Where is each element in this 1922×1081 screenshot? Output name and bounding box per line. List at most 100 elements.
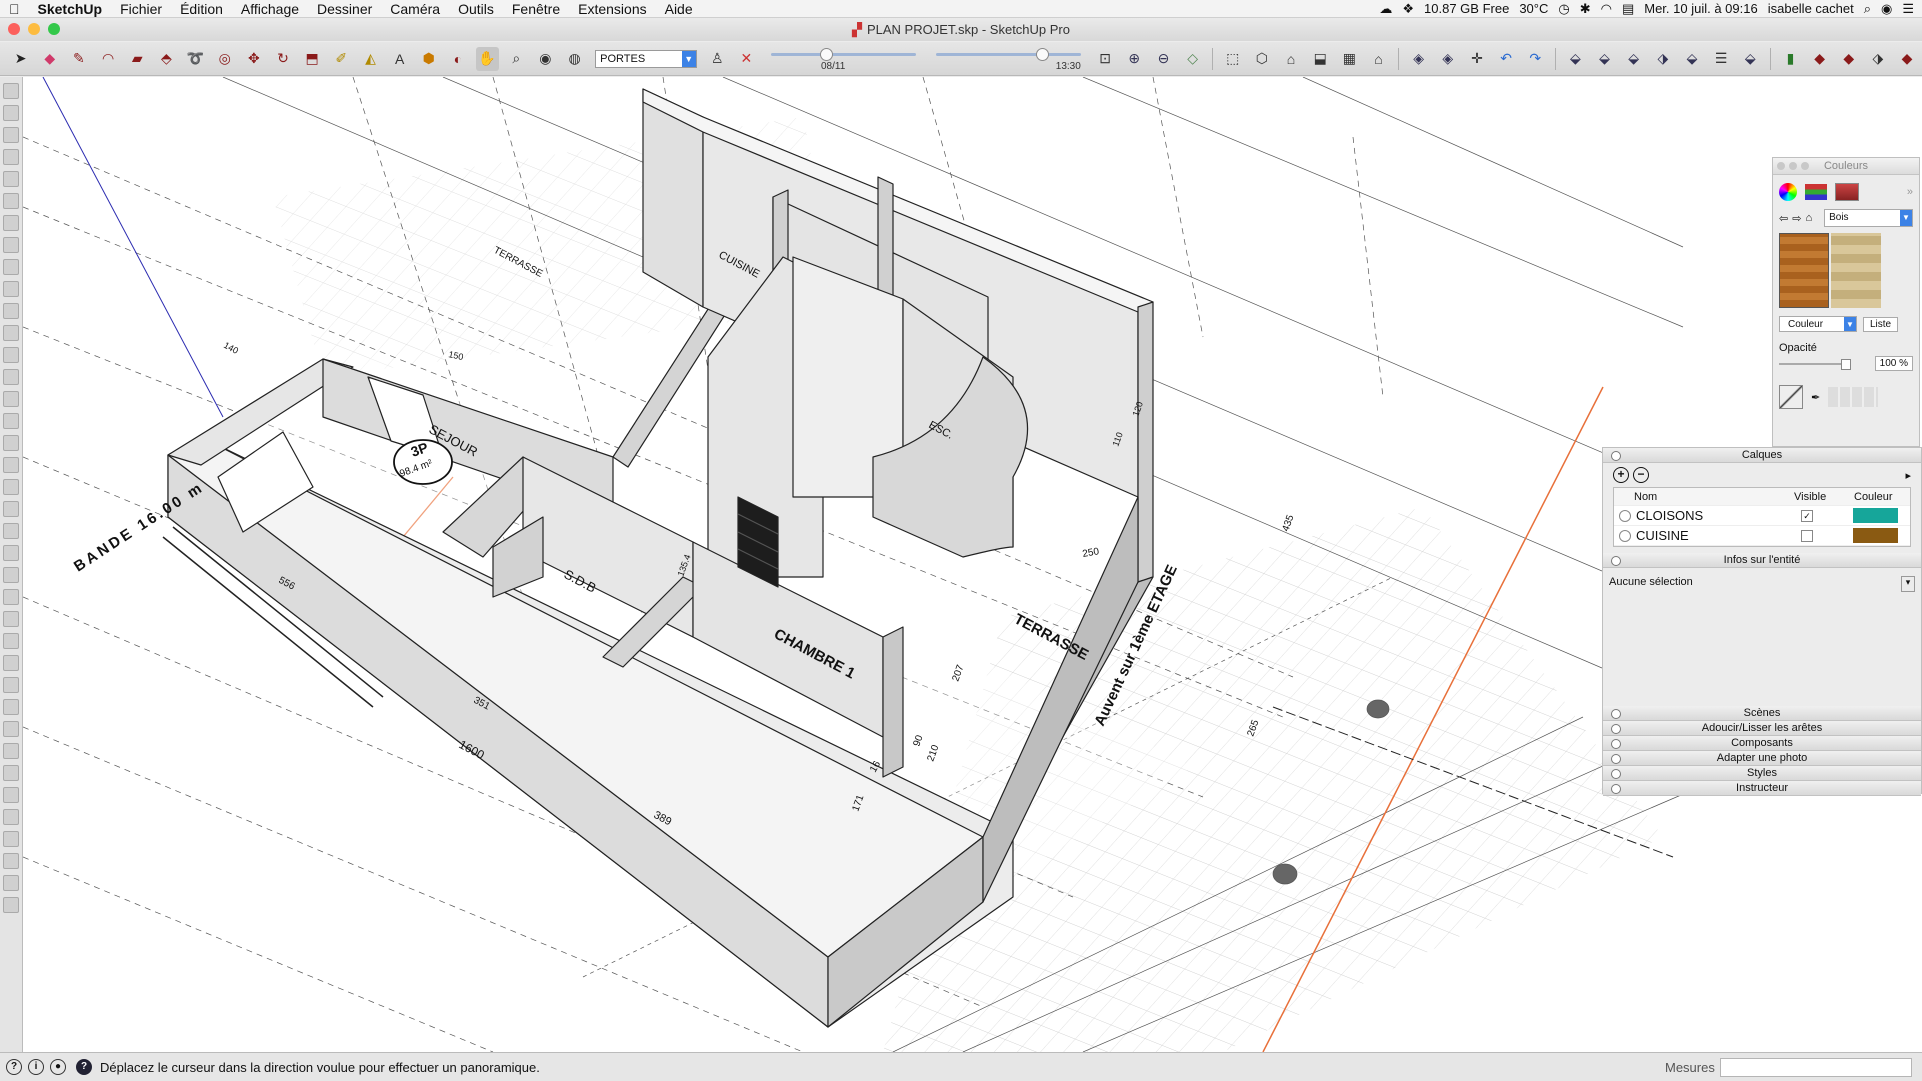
components-icon[interactable]: ⬙: [1739, 47, 1762, 71]
3d-warehouse-icon[interactable]: ◆: [1837, 47, 1860, 71]
entity-info-header[interactable]: Infos sur l'entité: [1603, 553, 1921, 568]
text-tool-icon[interactable]: A: [388, 47, 411, 71]
palette-tool-icon[interactable]: [3, 347, 19, 363]
dropbox-icon[interactable]: ❖: [1402, 1, 1414, 17]
forward-arrow-icon[interactable]: ⇨: [1792, 212, 1801, 225]
cloud-icon[interactable]: ☁: [1379, 1, 1392, 17]
palette-tool-icon[interactable]: [3, 721, 19, 737]
next-view-icon[interactable]: ⊖: [1152, 47, 1175, 71]
column-nom[interactable]: Nom: [1634, 491, 1794, 503]
material-library-select[interactable]: Bois ▼: [1824, 209, 1913, 227]
list-button[interactable]: Liste: [1863, 316, 1899, 332]
palette-tool-icon[interactable]: [3, 853, 19, 869]
palette-tool-icon[interactable]: [3, 765, 19, 781]
bottom-view-icon[interactable]: ⬙: [1680, 47, 1703, 71]
palette-tool-icon[interactable]: [3, 655, 19, 671]
notification-center-icon[interactable]: ☰: [1902, 1, 1914, 17]
layer-color-swatch[interactable]: [1853, 528, 1898, 543]
select-tool-icon[interactable]: ➤: [9, 47, 32, 71]
offset-tool-icon[interactable]: ◎: [213, 47, 236, 71]
palette-tool-icon[interactable]: [3, 787, 19, 803]
redo-icon[interactable]: ↷: [1524, 47, 1547, 71]
add-layer-button[interactable]: +: [1613, 467, 1629, 483]
wireframe-style-icon[interactable]: ⬡: [1250, 47, 1273, 71]
scene-select[interactable]: PORTES ▼: [595, 49, 697, 68]
shadow-date-slider[interactable]: 08/11: [770, 44, 916, 74]
search-icon[interactable]: ⌕: [1864, 1, 1871, 17]
palette-tool-icon[interactable]: [3, 545, 19, 561]
palette-tool-icon[interactable]: [3, 303, 19, 319]
menu-affichage[interactable]: Affichage: [232, 1, 308, 17]
rotate-tool-icon[interactable]: ↻: [271, 47, 294, 71]
move-tool-icon[interactable]: ✥: [242, 47, 265, 71]
opacity-value[interactable]: 100 %: [1874, 356, 1913, 371]
palette-tool-icon[interactable]: [3, 281, 19, 297]
palette-tool-icon[interactable]: [3, 193, 19, 209]
credits-icon[interactable]: i: [28, 1059, 44, 1075]
protractor-icon[interactable]: ◭: [359, 47, 382, 71]
entity-expand-icon[interactable]: ▾: [1901, 576, 1915, 592]
minimize-window-button[interactable]: [28, 23, 40, 35]
xray-style-icon[interactable]: ⬚: [1221, 47, 1244, 71]
palette-tool-icon[interactable]: [3, 391, 19, 407]
palette-tool-icon[interactable]: [3, 633, 19, 649]
menu-fichier[interactable]: Fichier: [111, 1, 171, 17]
palette-tool-icon[interactable]: [3, 831, 19, 847]
column-couleur[interactable]: Couleur: [1854, 491, 1893, 503]
bluetooth-icon[interactable]: ✱: [1580, 1, 1591, 17]
shadow-date-knob[interactable]: [819, 47, 833, 61]
monochrome-style-icon[interactable]: ⌂: [1367, 47, 1390, 71]
help-icon[interactable]: ?: [76, 1059, 92, 1075]
palette-tool-icon[interactable]: [3, 325, 19, 341]
tray-match-photo[interactable]: Adapter une photo: [1603, 751, 1921, 766]
arc-tool-icon[interactable]: ◠: [96, 47, 119, 71]
layers-icon[interactable]: ☰: [1710, 47, 1733, 71]
top-view-icon[interactable]: ◈: [1436, 47, 1459, 71]
menu-outils[interactable]: Outils: [449, 1, 503, 17]
menu-extensions[interactable]: Extensions: [569, 1, 655, 17]
shaded-style-icon[interactable]: ⬓: [1309, 47, 1332, 71]
home-icon[interactable]: ⌂: [1805, 212, 1812, 224]
layer-row-cloisons[interactable]: CLOISONS ✓: [1614, 506, 1910, 526]
palette-tool-icon[interactable]: [3, 589, 19, 605]
tray-styles[interactable]: Styles: [1603, 766, 1921, 781]
position-camera-icon[interactable]: ♙: [706, 47, 729, 71]
siri-icon[interactable]: ◉: [1881, 1, 1892, 17]
opacity-knob[interactable]: [1841, 358, 1851, 370]
eyedropper-icon[interactable]: ✒: [1811, 391, 1820, 404]
tray-instructor[interactable]: Instructeur: [1603, 781, 1921, 796]
textured-style-icon[interactable]: ▦: [1338, 47, 1361, 71]
undo-icon[interactable]: ↶: [1495, 47, 1518, 71]
measurements-input[interactable]: [1720, 1058, 1912, 1077]
opacity-slider[interactable]: [1779, 358, 1851, 370]
user-icon[interactable]: ●: [50, 1059, 66, 1075]
palette-tool-icon[interactable]: [3, 435, 19, 451]
clock-icon[interactable]: ◷: [1558, 1, 1569, 17]
app-menu[interactable]: SketchUp: [29, 1, 112, 17]
material-swatch-wood-1[interactable]: [1779, 233, 1829, 308]
material-swatch-wood-2[interactable]: [1831, 233, 1881, 308]
orbit-tool-icon[interactable]: ◐: [446, 47, 469, 71]
pan-tool-icon[interactable]: ✋: [475, 46, 499, 71]
zoom-window-icon[interactable]: ⊡: [1094, 47, 1117, 71]
palette-tool-icon[interactable]: [3, 567, 19, 583]
palette-tool-icon[interactable]: [3, 413, 19, 429]
layer-name[interactable]: CLOISONS: [1636, 508, 1801, 523]
user-name[interactable]: isabelle cachet: [1768, 1, 1854, 16]
datetime[interactable]: Mer. 10 juil. à 09:16: [1644, 1, 1757, 16]
left-view-icon[interactable]: ⬗: [1651, 47, 1674, 71]
temperature-status[interactable]: 30°C: [1519, 1, 1548, 16]
layer-row-cuisine[interactable]: CUISINE: [1614, 526, 1910, 546]
menu-edition[interactable]: Édition: [171, 1, 232, 17]
back-view-icon[interactable]: ⬙: [1622, 47, 1645, 71]
menu-dessiner[interactable]: Dessiner: [308, 1, 381, 17]
ruby-icon[interactable]: ◆: [1808, 47, 1831, 71]
palette-tool-icon[interactable]: [3, 369, 19, 385]
palette-tool-icon[interactable]: [3, 677, 19, 693]
palette-tool-icon[interactable]: [3, 149, 19, 165]
previous-view-icon[interactable]: ⊕: [1123, 47, 1146, 71]
line-tool-icon[interactable]: ✎: [67, 47, 90, 71]
layer-name[interactable]: CUISINE: [1636, 528, 1801, 543]
walk-tool-icon[interactable]: ◉: [534, 47, 557, 71]
layer-visible-checkbox[interactable]: [1801, 529, 1813, 542]
